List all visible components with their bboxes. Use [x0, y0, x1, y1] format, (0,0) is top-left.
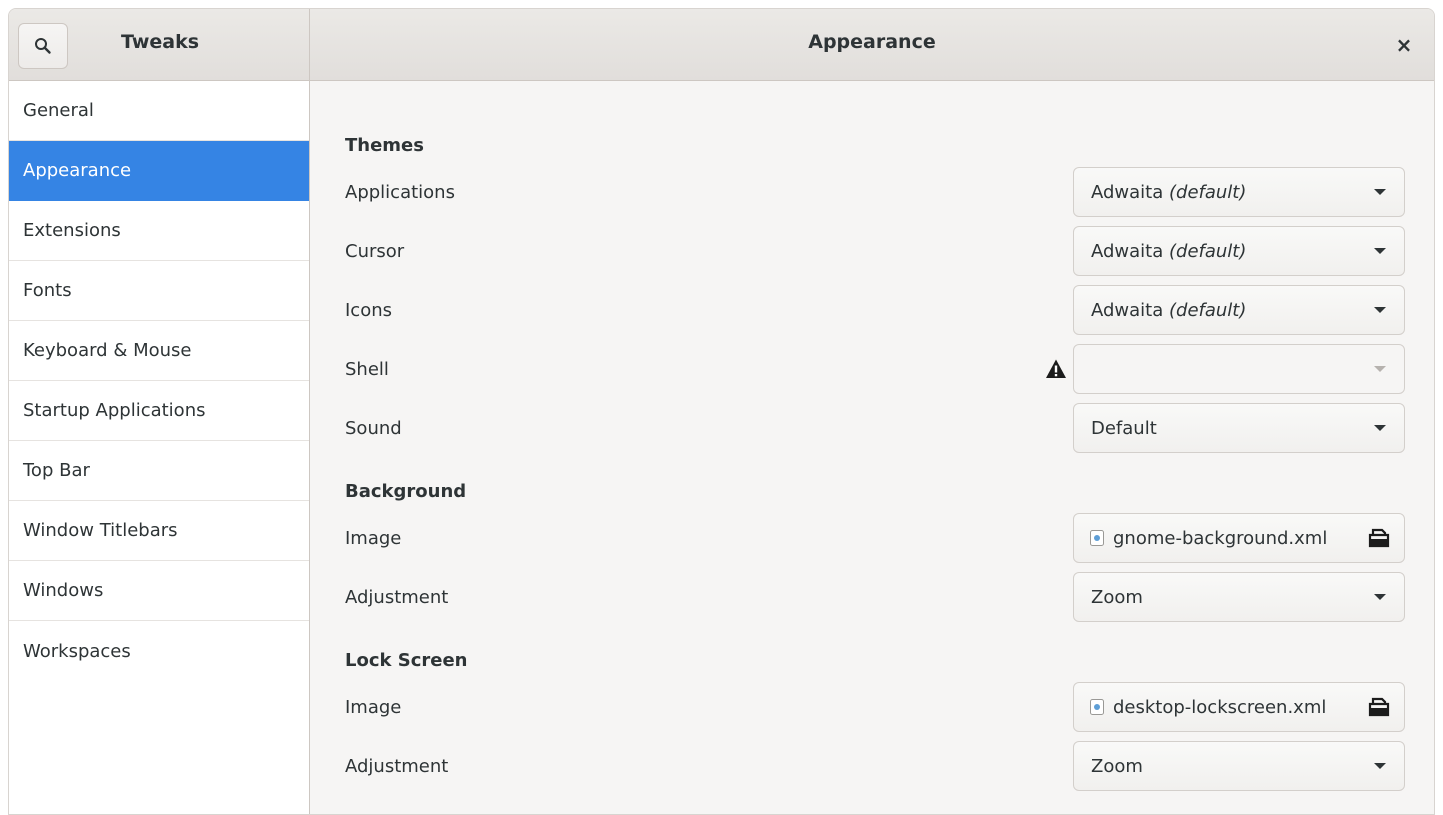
applications-theme-dropdown[interactable]: Adwaita (default): [1073, 167, 1405, 217]
dropdown-value-note: (default): [1169, 299, 1247, 321]
sidebar-item-keyboard-mouse[interactable]: Keyboard & Mouse: [9, 321, 309, 381]
sidebar-item-label: Startup Applications: [23, 400, 206, 421]
sidebar-item-general[interactable]: General: [9, 81, 309, 141]
sidebar-item-appearance[interactable]: Appearance: [9, 141, 309, 201]
dropdown-value: Adwaita: [1091, 181, 1169, 203]
shell-theme-dropdown[interactable]: [1073, 344, 1405, 394]
chevron-down-icon: [1374, 307, 1386, 313]
search-icon: [35, 38, 51, 54]
sidebar-item-startup-applications[interactable]: Startup Applications: [9, 381, 309, 441]
sound-theme-dropdown[interactable]: Default: [1073, 403, 1405, 453]
lock-screen-image-filename: desktop-lockscreen.xml: [1113, 696, 1327, 718]
file-icon: [1090, 530, 1104, 546]
background-adjustment-label: Adjustment: [345, 587, 449, 608]
chevron-down-icon: [1374, 594, 1386, 600]
appearance-panel: Themes Applications Adwaita (default) Cu…: [311, 81, 1434, 814]
dropdown-value: Adwaita: [1091, 240, 1169, 262]
page-title: Appearance: [808, 31, 936, 53]
header-bar: Tweaks Appearance ×: [9, 9, 1434, 81]
chevron-down-icon: [1374, 248, 1386, 254]
sidebar-item-label: Window Titlebars: [23, 520, 178, 541]
sidebar-item-workspaces[interactable]: Workspaces: [9, 621, 309, 681]
background-adjustment-dropdown[interactable]: Zoom: [1073, 572, 1405, 622]
icons-theme-dropdown[interactable]: Adwaita (default): [1073, 285, 1405, 335]
shell-label: Shell: [345, 359, 389, 380]
dropdown-value-note: (default): [1169, 240, 1247, 262]
chevron-down-icon: [1374, 189, 1386, 195]
chevron-down-icon: [1374, 763, 1386, 769]
open-folder-icon: [1368, 697, 1390, 717]
lock-screen-adjustment-dropdown[interactable]: Zoom: [1073, 741, 1405, 791]
search-button[interactable]: [18, 23, 68, 69]
icons-label: Icons: [345, 300, 393, 321]
lock-screen-image-label: Image: [345, 697, 402, 718]
close-icon: ×: [1395, 33, 1413, 57]
warning-icon: [1046, 359, 1066, 378]
tweaks-window: Tweaks Appearance × General Appearance E…: [8, 8, 1435, 815]
cursor-label: Cursor: [345, 241, 405, 262]
sidebar-item-label: Keyboard & Mouse: [23, 340, 192, 361]
background-image-chooser[interactable]: gnome-background.xml: [1073, 513, 1405, 563]
lock-screen-image-chooser[interactable]: desktop-lockscreen.xml: [1073, 682, 1405, 732]
dropdown-value: Zoom: [1091, 755, 1143, 777]
chevron-down-icon: [1374, 425, 1386, 431]
sidebar-item-label: Appearance: [23, 160, 132, 181]
sidebar-item-extensions[interactable]: Extensions: [9, 201, 309, 261]
sidebar-item-windows[interactable]: Windows: [9, 561, 309, 621]
file-icon: [1090, 699, 1104, 715]
sidebar-item-fonts[interactable]: Fonts: [9, 261, 309, 321]
sidebar-item-label: Workspaces: [23, 640, 131, 662]
background-image-filename: gnome-background.xml: [1113, 527, 1328, 549]
sound-label: Sound: [345, 418, 402, 439]
sidebar-item-label: Fonts: [23, 280, 72, 301]
lock-screen-adjustment-label: Adjustment: [345, 756, 449, 777]
sidebar-item-label: Extensions: [23, 220, 121, 241]
sidebar: General Appearance Extensions Fonts Keyb…: [9, 81, 310, 814]
sidebar-item-label: Windows: [23, 580, 104, 601]
dropdown-value: Default: [1091, 417, 1157, 439]
chevron-down-icon: [1374, 366, 1386, 372]
open-folder-icon: [1368, 528, 1390, 548]
background-heading: Background: [345, 481, 467, 502]
sidebar-item-window-titlebars[interactable]: Window Titlebars: [9, 501, 309, 561]
lock-screen-heading: Lock Screen: [345, 650, 468, 671]
header-bar-sidebar-section: Tweaks: [9, 9, 310, 81]
dropdown-value: Zoom: [1091, 586, 1143, 608]
cursor-theme-dropdown[interactable]: Adwaita (default): [1073, 226, 1405, 276]
sidebar-item-top-bar[interactable]: Top Bar: [9, 441, 309, 501]
sidebar-item-label: Top Bar: [23, 460, 90, 481]
sidebar-item-label: General: [23, 100, 94, 121]
dropdown-value-note: (default): [1169, 181, 1247, 203]
close-button[interactable]: ×: [1390, 31, 1418, 59]
background-image-label: Image: [345, 528, 402, 549]
applications-label: Applications: [345, 182, 455, 203]
app-title: Tweaks: [121, 31, 200, 53]
themes-heading: Themes: [345, 135, 424, 156]
dropdown-value: Adwaita: [1091, 299, 1169, 321]
